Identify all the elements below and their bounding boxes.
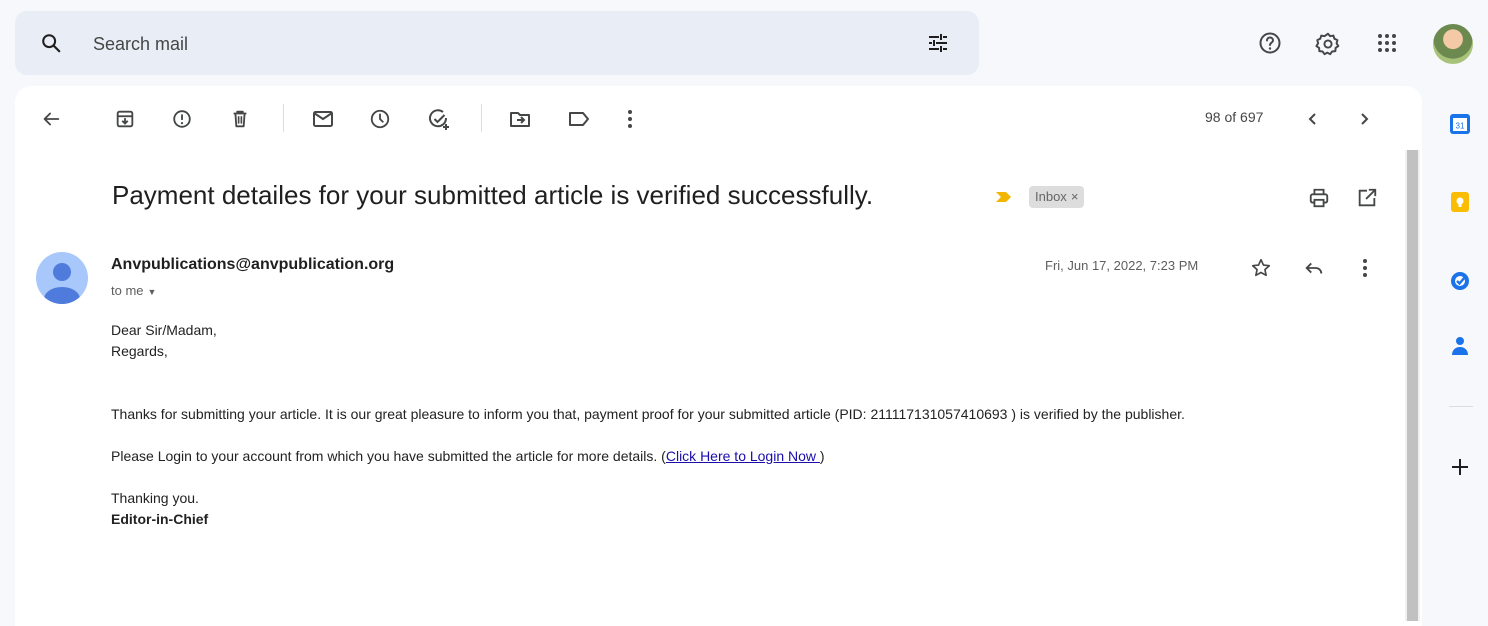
message-count: 98 of 697 xyxy=(1205,109,1264,125)
body-paragraph-login: Please Login to your account from which … xyxy=(111,446,1381,467)
sender-avatar[interactable] xyxy=(36,252,88,304)
back-icon[interactable] xyxy=(40,108,62,130)
reply-icon[interactable] xyxy=(1303,257,1325,279)
login-link[interactable]: Click Here to Login Now xyxy=(666,448,820,464)
star-icon[interactable] xyxy=(1250,257,1272,279)
email-subject: Payment detailes for your submitted arti… xyxy=(112,180,874,210)
body-greeting: Dear Sir/Madam, xyxy=(111,322,217,338)
tune-icon[interactable] xyxy=(926,31,950,55)
message-body: Dear Sir/Madam, Regards, Thanks for subm… xyxy=(111,320,1381,530)
toolbar-divider xyxy=(283,104,284,132)
remove-label-button[interactable]: × xyxy=(1071,189,1079,204)
search-bar xyxy=(15,11,979,75)
more-vert-icon[interactable] xyxy=(624,108,636,130)
keep-icon[interactable] xyxy=(1449,191,1471,213)
tasks-icon[interactable] xyxy=(1449,270,1471,292)
contacts-icon[interactable] xyxy=(1449,335,1471,357)
settings-icon[interactable] xyxy=(1315,31,1341,57)
body-regards: Regards, xyxy=(111,343,168,359)
account-avatar[interactable] xyxy=(1433,24,1473,64)
delete-icon[interactable] xyxy=(229,108,251,130)
report-spam-icon[interactable] xyxy=(171,108,193,130)
search-input[interactable] xyxy=(91,22,895,66)
sender-name[interactable]: Anvpublications@anvpublication.org xyxy=(111,256,394,274)
body-text-prefix: Please Login to your account from which … xyxy=(111,448,666,464)
message-date: Fri, Jun 17, 2022, 7:23 PM xyxy=(1045,258,1199,273)
chevron-right-icon[interactable] xyxy=(1354,108,1374,130)
move-to-icon[interactable] xyxy=(508,108,532,130)
archive-icon[interactable] xyxy=(114,108,136,130)
body-signature: Editor-in-Chief xyxy=(111,511,209,527)
add-task-icon[interactable] xyxy=(427,108,451,132)
add-icon[interactable] xyxy=(1449,456,1471,478)
chevron-left-icon[interactable] xyxy=(1303,108,1323,130)
label-icon[interactable] xyxy=(567,108,591,130)
mark-unread-icon[interactable] xyxy=(311,108,335,130)
recipient-label: to me xyxy=(111,283,144,298)
caret-down-icon: ▼ xyxy=(147,286,157,297)
body-text-suffix: ) xyxy=(819,448,825,464)
toolbar-divider xyxy=(481,104,482,132)
label-chip-text: Inbox xyxy=(1035,189,1067,204)
body-closing: Thanking you. xyxy=(111,490,199,506)
label-chip-inbox: Inbox × xyxy=(1029,186,1085,208)
calendar-icon[interactable]: 31 xyxy=(1449,113,1471,135)
body-paragraph: Thanks for submitting your article. It i… xyxy=(111,406,1185,422)
recipient-details[interactable]: to me ▼ xyxy=(111,283,156,298)
side-panel-divider xyxy=(1449,406,1473,407)
apps-icon[interactable] xyxy=(1375,31,1399,55)
help-icon[interactable] xyxy=(1258,31,1282,55)
snooze-icon[interactable] xyxy=(369,108,391,130)
open-new-window-icon[interactable] xyxy=(1356,187,1378,209)
important-marker-icon[interactable] xyxy=(995,190,1013,204)
search-icon[interactable] xyxy=(40,32,62,54)
scrollbar-thumb[interactable] xyxy=(1407,150,1418,621)
calendar-day: 31 xyxy=(1456,122,1465,131)
print-icon[interactable] xyxy=(1308,187,1330,209)
more-vert-icon[interactable] xyxy=(1359,257,1371,279)
